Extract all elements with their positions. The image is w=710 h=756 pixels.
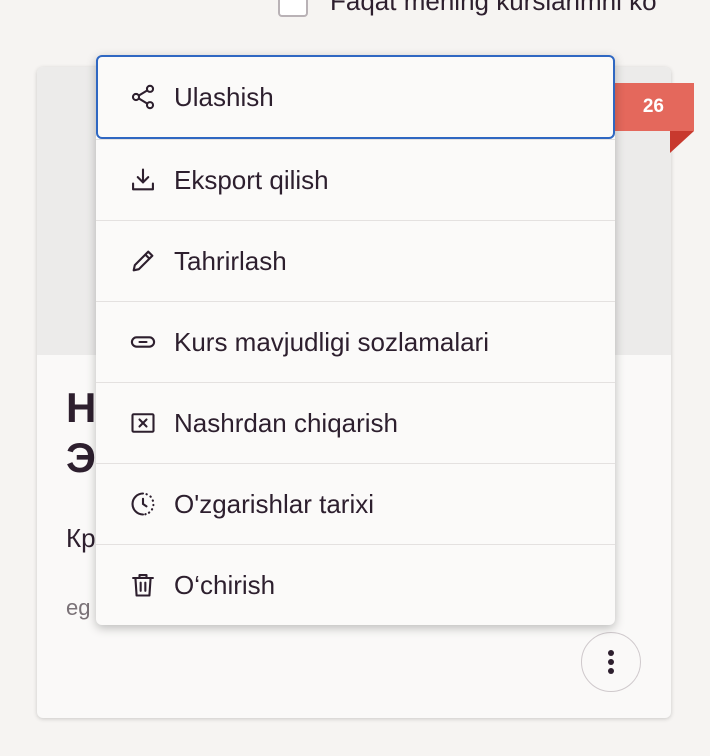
vertical-ellipsis-icon (608, 650, 614, 674)
my-courses-filter[interactable]: Faqat mening kurslarimni ko (278, 0, 657, 17)
course-ribbon-badge: 26 (608, 83, 694, 131)
course-ribbon-fold (670, 131, 694, 153)
menu-item-label: O‘chirish (174, 569, 276, 600)
menu-item-label: O'zgarishlar tarixi (174, 488, 375, 519)
my-courses-checkbox[interactable] (278, 0, 308, 17)
menu-item-history[interactable]: O'zgarishlar tarixi (96, 463, 615, 544)
menu-item-export[interactable]: Eksport qilish (96, 139, 615, 220)
pencil-icon (128, 246, 158, 276)
more-options-button[interactable] (581, 632, 641, 692)
menu-item-label: Eksport qilish (174, 164, 329, 195)
menu-item-delete[interactable]: O‘chirish (96, 544, 615, 625)
menu-item-share[interactable]: Ulashish (96, 55, 615, 139)
link-icon (128, 327, 158, 357)
menu-item-availability-settings[interactable]: Kurs mavjudligi sozlamalari (96, 301, 615, 382)
unpublish-icon (128, 408, 158, 438)
menu-item-label: Kurs mavjudligi sozlamalari (174, 326, 489, 357)
download-icon (128, 165, 158, 195)
course-ribbon-text: 26 (642, 96, 664, 117)
menu-item-label: Tahrirlash (174, 245, 287, 276)
menu-item-unpublish[interactable]: Nashrdan chiqarish (96, 382, 615, 463)
trash-icon (128, 570, 158, 600)
course-description: Кр (66, 523, 96, 553)
share-icon (128, 82, 158, 112)
menu-item-label: Ulashish (174, 81, 274, 112)
menu-item-edit[interactable]: Tahrirlash (96, 220, 615, 301)
history-icon (128, 489, 158, 519)
course-actions-menu: Ulashish Eksport qilish Tahrirlash Kurs … (96, 55, 615, 625)
my-courses-filter-label: Faqat mening kurslarimni ko (330, 0, 657, 16)
page: Faqat mening kurslarimni ko 26 Н Э Кр eg (0, 0, 710, 756)
course-author: eg (66, 595, 91, 620)
menu-item-label: Nashrdan chiqarish (174, 407, 399, 438)
